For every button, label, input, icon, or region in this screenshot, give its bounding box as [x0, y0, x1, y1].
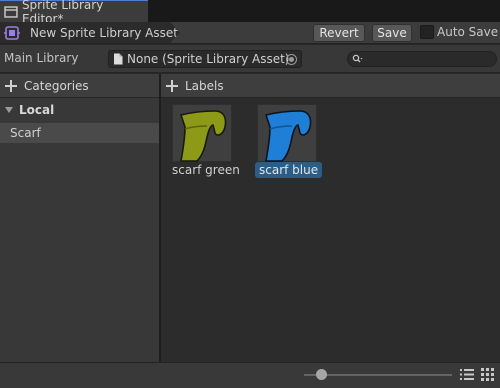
category-item-label: Scarf — [10, 126, 41, 140]
categories-header: Categories — [0, 74, 159, 98]
add-category-icon[interactable] — [4, 79, 18, 93]
object-picker-icon[interactable] — [286, 54, 297, 65]
search-icon — [352, 54, 363, 63]
main-library-value: None (Sprite Library Asset) — [127, 52, 290, 66]
editor-tab[interactable]: Sprite Library Editor* — [0, 0, 148, 26]
labels-title: Labels — [185, 78, 224, 93]
autosave-label: Auto Save — [437, 25, 499, 39]
label-name-scarf-blue[interactable]: scarf blue — [255, 162, 323, 178]
label-thumbnail-scarf-green[interactable] — [172, 104, 232, 162]
grid-view-icon[interactable] — [481, 368, 495, 381]
labels-header: Labels — [161, 74, 500, 98]
category-group-label: Local — [19, 103, 55, 117]
asset-breadcrumb[interactable]: New Sprite Library Asset — [0, 22, 180, 43]
zoom-slider-handle[interactable] — [316, 369, 327, 380]
revert-button[interactable]: Revert — [313, 24, 365, 42]
scarf-blue-sprite — [264, 110, 312, 162]
add-label-icon[interactable] — [165, 79, 179, 93]
save-button[interactable]: Save — [372, 24, 412, 42]
label-name-scarf-green[interactable]: scarf green — [168, 162, 244, 178]
category-group-local[interactable]: Local — [0, 99, 159, 121]
label-thumbnail-scarf-blue[interactable] — [257, 104, 317, 162]
window-icon — [4, 5, 18, 18]
list-view-icon[interactable] — [460, 368, 474, 381]
asset-name: New Sprite Library Asset — [30, 25, 178, 40]
main-library-label: Main Library — [4, 51, 79, 65]
category-item-scarf[interactable]: Scarf — [0, 123, 159, 143]
autosave-checkbox[interactable] — [420, 25, 434, 39]
search-input[interactable] — [347, 51, 497, 67]
sprite-library-icon — [4, 25, 20, 40]
categories-title: Categories — [24, 78, 89, 93]
foldout-arrow-icon[interactable] — [5, 107, 13, 113]
scarf-green-sprite — [179, 110, 227, 162]
main-library-object-field[interactable]: None (Sprite Library Asset) — [108, 50, 302, 68]
document-icon — [114, 53, 123, 65]
